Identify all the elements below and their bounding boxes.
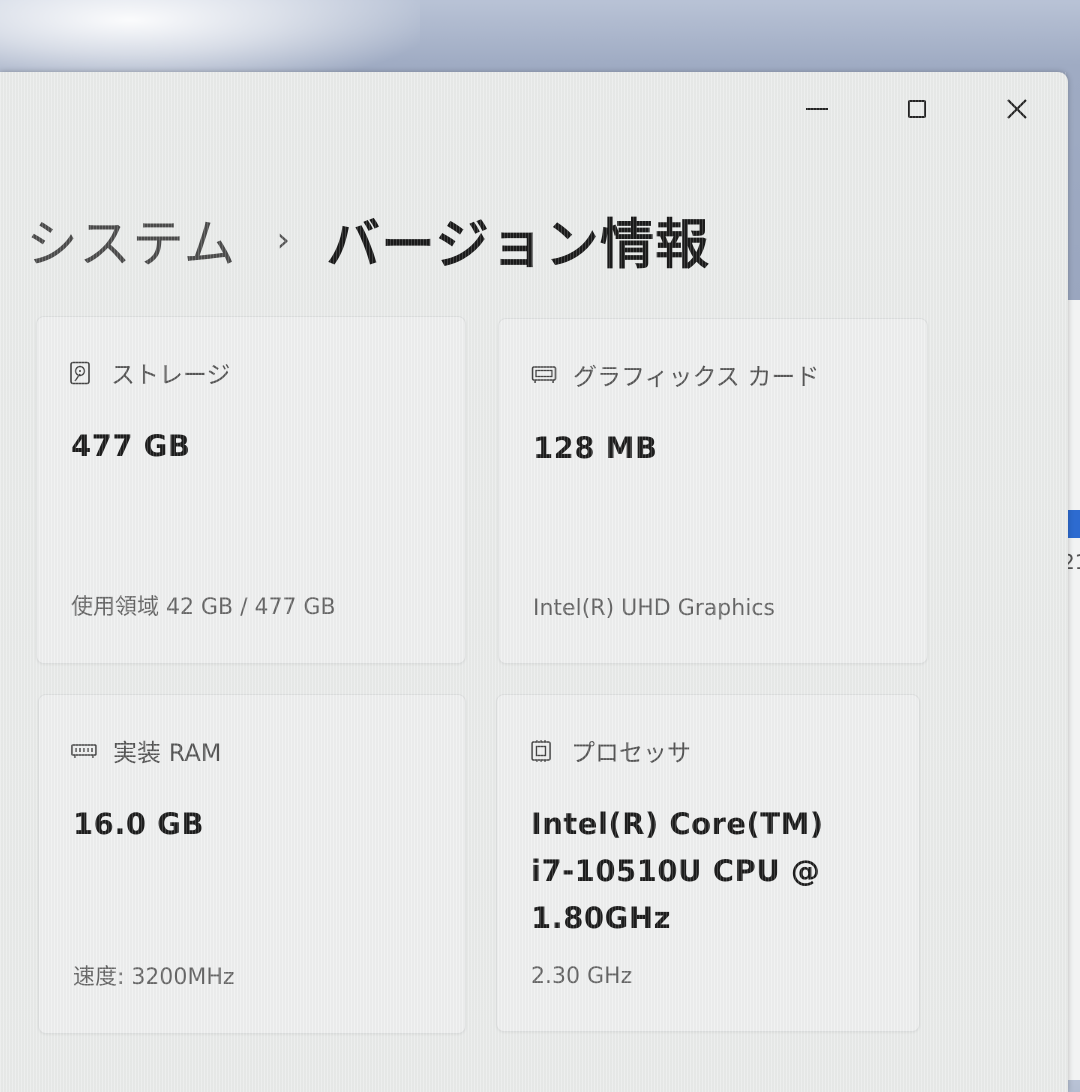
processor-speed-text: 2.30 GHz [531,964,633,989]
close-button[interactable] [994,94,1040,124]
processor-icon [529,739,555,762]
minimize-button[interactable] [794,94,840,124]
chevron-right-icon: › [276,219,291,260]
graphics-card-icon [531,364,557,386]
graphics-card-label: グラフィックス カード [573,363,820,391]
processor-card[interactable]: プロセッサ Intel(R) Core(TM) i7-10510U CPU @ … [496,694,920,1032]
storage-usage-text: 使用領域 42 GB / 477 GB [71,595,336,620]
maximize-icon [908,100,926,118]
graphics-card-name: Intel(R) UHD Graphics [533,596,775,621]
storage-card[interactable]: ストレージ 477 GB 使用領域 42 GB / 477 GB [36,316,466,664]
settings-window: システム › バージョン情報 ストレージ 477 GB 使用領域 42 GB /… [0,72,1068,1092]
processor-name-line-1: Intel(R) Core(TM) [531,807,824,841]
graphics-memory-value: 128 MB [533,431,658,465]
ram-card-header: 実装 RAM [71,733,221,768]
ram-card[interactable]: 実装 RAM 16.0 GB 速度: 3200MHz [38,694,466,1034]
graphics-card-card[interactable]: グラフィックス カード 128 MB Intel(R) UHD Graphics [498,318,928,664]
processor-name-line-3: 1.80GHz [531,901,672,935]
processor-label: プロセッサ [571,739,691,767]
ram-label: 実装 RAM [113,739,222,767]
storage-label: ストレージ [111,361,231,389]
ram-value: 16.0 GB [73,807,205,841]
graphics-card-header: グラフィックス カード [531,357,819,392]
breadcrumb: システム › バージョン情報 [26,200,710,279]
processor-card-header: プロセッサ [529,733,691,768]
storage-card-header: ストレージ [69,355,231,390]
storage-total-value: 477 GB [71,429,191,463]
processor-name-line-2: i7-10510U CPU @ [531,854,821,888]
hard-drive-icon [69,361,95,384]
close-icon [1007,99,1027,119]
page-title: バージョン情報 [326,213,710,276]
ram-speed-text: 速度: 3200MHz [73,965,235,990]
breadcrumb-parent-system[interactable]: システム [26,202,236,277]
maximize-button[interactable] [894,94,940,124]
memory-icon [71,740,97,762]
processor-name: Intel(R) Core(TM) i7-10510U CPU @ 1.80GH… [531,801,824,942]
minimize-icon [806,108,828,110]
